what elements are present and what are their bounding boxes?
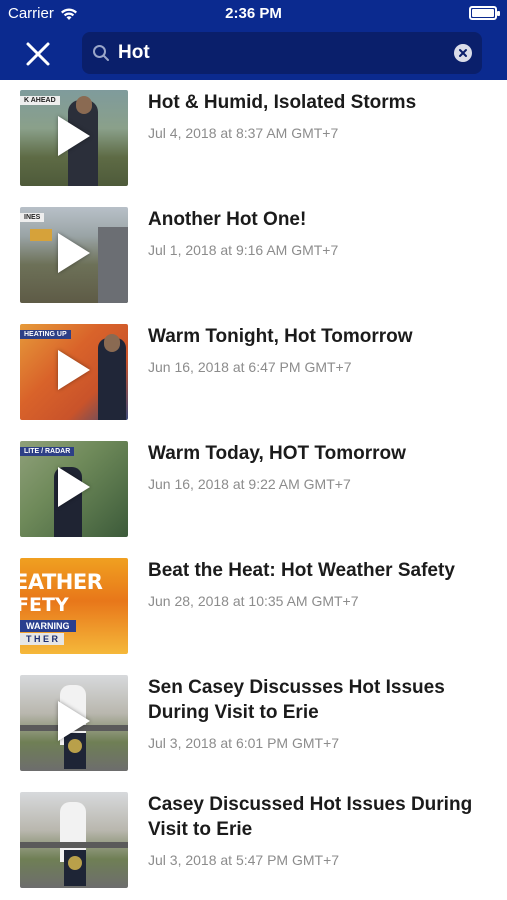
app-header: Carrier 2:36 PM <box>0 0 507 80</box>
close-icon <box>26 42 50 66</box>
list-item[interactable]: Casey Discussed Hot Issues During Visit … <box>0 782 507 899</box>
thumbnail-text-safety: FETY <box>20 594 69 616</box>
video-thumbnail[interactable]: K AHEAD <box>20 90 128 186</box>
play-icon <box>58 233 90 273</box>
thumbnail-text-other: T H E R <box>20 633 65 645</box>
thumbnail-tag: K AHEAD <box>20 96 60 105</box>
thumbnail-tag: INES <box>20 213 45 222</box>
list-item[interactable]: Sen Casey Discusses Hot Issues During Vi… <box>0 665 507 782</box>
video-date: Jul 3, 2018 at 5:47 PM GMT+7 <box>148 852 340 868</box>
video-date: Jul 1, 2018 at 9:16 AM GMT+7 <box>148 242 339 258</box>
list-item[interactable]: INES Another Hot One! Jul 1, 2018 at 9:1… <box>0 197 507 314</box>
search-bar <box>82 32 482 74</box>
thumbnail-text-weather: EATHER <box>20 570 103 594</box>
status-time: 2:36 PM <box>225 5 282 22</box>
video-title: Warm Today, HOT Tomorrow <box>148 443 406 464</box>
video-thumbnail[interactable]: LITE / RADAR <box>20 441 128 537</box>
play-icon <box>58 350 90 390</box>
search-input[interactable] <box>118 32 438 74</box>
video-date: Jul 4, 2018 at 8:37 AM GMT+7 <box>148 125 339 141</box>
search-icon <box>93 45 109 61</box>
video-date: Jun 16, 2018 at 9:22 AM GMT+7 <box>148 476 351 492</box>
play-icon <box>58 701 90 741</box>
list-item[interactable]: LITE / RADAR Warm Today, HOT Tomorrow Ju… <box>0 431 507 548</box>
status-bar: Carrier 2:36 PM <box>0 0 507 28</box>
close-button[interactable] <box>20 36 56 72</box>
battery-icon <box>469 6 500 20</box>
play-icon <box>58 116 90 156</box>
thumbnail-tag: LITE / RADAR <box>20 447 75 456</box>
clear-icon <box>459 49 467 57</box>
video-date: Jun 28, 2018 at 10:35 AM GMT+7 <box>148 593 359 609</box>
list-item[interactable]: EATHER FETY WARNING T H E R Beat the Hea… <box>0 548 507 665</box>
thumbnail-tag: HEATING UP <box>20 330 71 339</box>
video-thumbnail[interactable]: EATHER FETY WARNING T H E R <box>20 558 128 654</box>
search-results-list: K AHEAD Hot & Humid, Isolated Storms Jul… <box>0 80 507 900</box>
video-date: Jul 3, 2018 at 6:01 PM GMT+7 <box>148 735 340 751</box>
play-icon <box>58 467 90 507</box>
video-title: Another Hot One! <box>148 209 307 230</box>
video-thumbnail[interactable]: HEATING UP <box>20 324 128 420</box>
video-thumbnail[interactable]: INES <box>20 207 128 303</box>
video-date: Jun 16, 2018 at 6:47 PM GMT+7 <box>148 359 352 375</box>
video-thumbnail[interactable] <box>20 792 128 888</box>
video-title: Beat the Heat: Hot Weather Safety <box>148 560 455 581</box>
thumbnail-text-warning: WARNING <box>20 620 76 632</box>
video-title: Sen Casey Discusses Hot Issues During Vi… <box>148 677 445 723</box>
list-item[interactable]: HEATING UP Warm Tonight, Hot Tomorrow Ju… <box>0 314 507 431</box>
video-title: Hot & Humid, Isolated Storms <box>148 92 417 113</box>
video-title: Warm Tonight, Hot Tomorrow <box>148 326 413 347</box>
video-thumbnail[interactable] <box>20 675 128 771</box>
video-title: Casey Discussed Hot Issues During Visit … <box>148 794 473 840</box>
clear-search-button[interactable] <box>454 44 472 62</box>
list-item[interactable]: K AHEAD Hot & Humid, Isolated Storms Jul… <box>0 80 507 197</box>
